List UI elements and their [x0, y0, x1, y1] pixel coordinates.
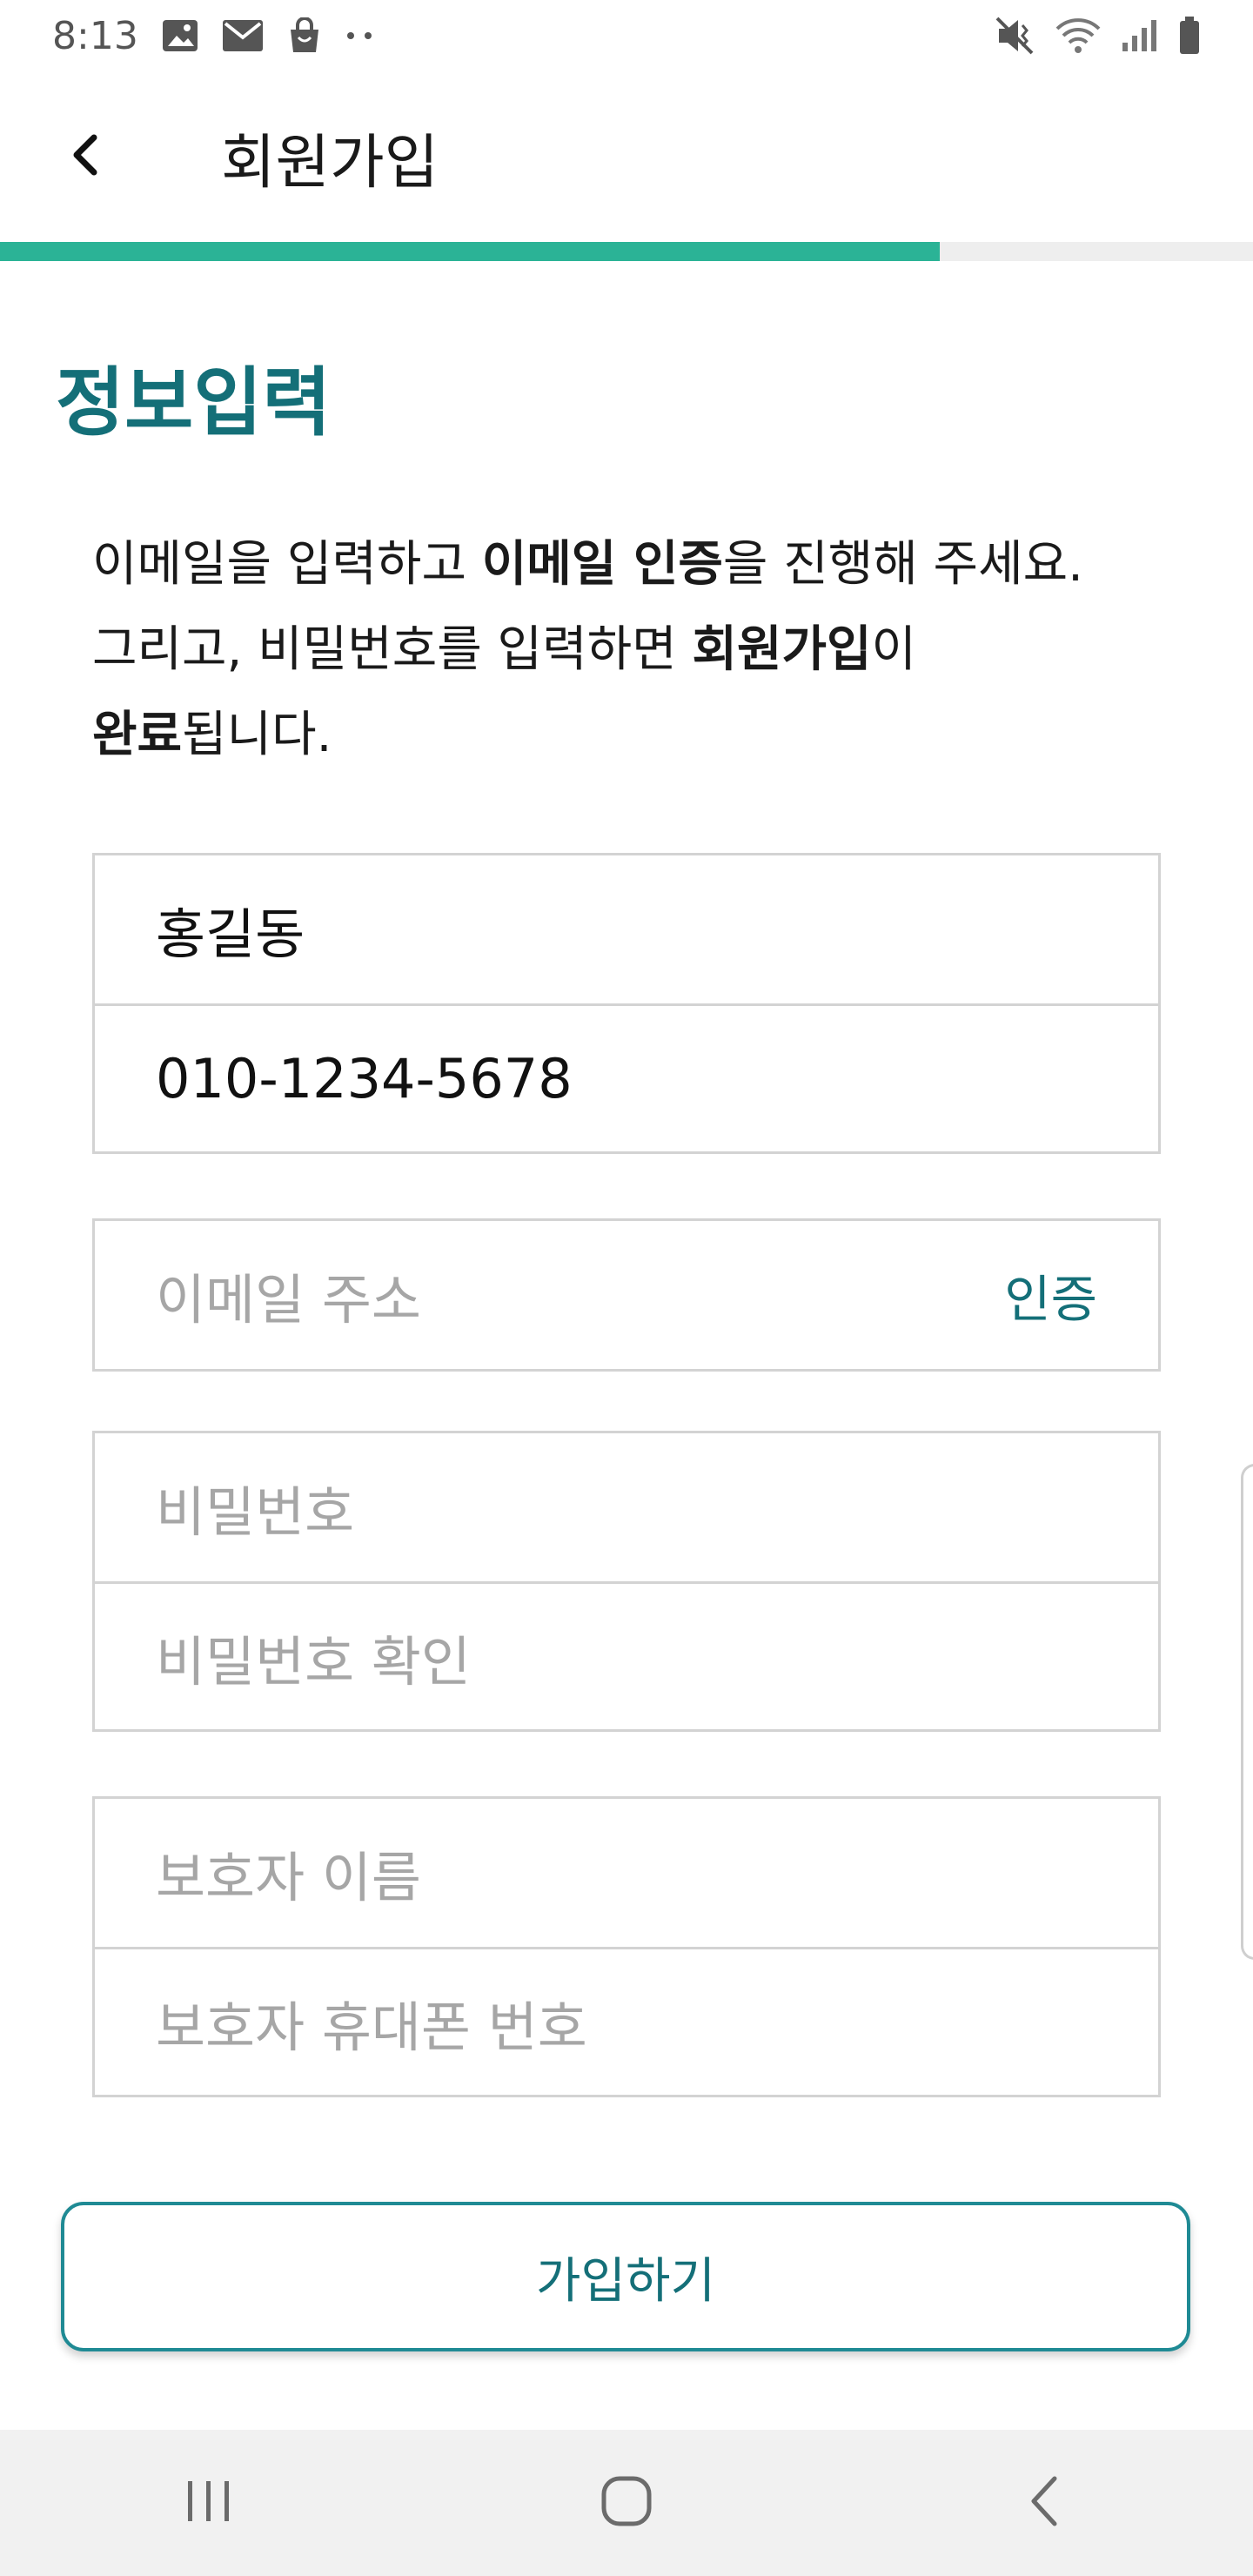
app-bar: 회원가입	[0, 71, 1253, 242]
mute-icon	[995, 17, 1035, 55]
recent-apps-icon	[183, 2478, 235, 2528]
guardian-phone-field[interactable]: 보호자 휴대폰 번호	[95, 1947, 1158, 2095]
user-info-group: 홍길동 010-1234-5678	[92, 853, 1161, 1154]
intro-text: 이메일을 입력하고 이메일 인증을 진행해 주세요. 그리고, 비밀번호를 입력…	[92, 522, 1171, 778]
guardian-name-placeholder: 보호자 이름	[156, 1846, 421, 1909]
intro-part-4: 이	[871, 621, 917, 678]
progress-fill	[0, 242, 940, 261]
battery-icon	[1178, 17, 1201, 55]
section-title: 정보입력	[56, 359, 332, 446]
intro-bold-email-verify: 이메일 인증	[481, 536, 723, 593]
shopping-bag-icon	[286, 17, 323, 54]
signup-button[interactable]: 가입하기	[61, 2202, 1190, 2351]
more-dots-icon	[345, 30, 375, 41]
email-group: 이메일 주소 인증	[92, 1218, 1161, 1372]
verify-button[interactable]: 인증	[1004, 1258, 1097, 1332]
phone-value: 010-1234-5678	[156, 1047, 573, 1110]
password-field[interactable]: 비밀번호	[95, 1433, 1158, 1581]
mail-icon	[222, 19, 264, 52]
back-icon	[1027, 2473, 1062, 2532]
name-field[interactable]: 홍길동	[95, 855, 1158, 1003]
status-right	[995, 17, 1201, 55]
status-bar: 8:13	[0, 0, 1253, 71]
intro-bold-signup: 회원가입	[692, 621, 872, 678]
nav-back-button[interactable]	[975, 2451, 1114, 2555]
password-confirm-placeholder: 비밀번호 확인	[156, 1629, 471, 1694]
recent-apps-button[interactable]	[139, 2451, 278, 2555]
home-button[interactable]	[557, 2451, 696, 2555]
status-time: 8:13	[52, 13, 138, 58]
chevron-left-icon	[68, 132, 103, 181]
email-field[interactable]: 이메일 주소 인증	[95, 1221, 1158, 1369]
wifi-icon	[1055, 17, 1102, 55]
password-placeholder: 비밀번호	[156, 1480, 355, 1544]
password-confirm-field[interactable]: 비밀번호 확인	[95, 1581, 1158, 1729]
intro-part-2: 을 진행해 주세요.	[722, 536, 1083, 593]
progress-bar	[0, 242, 1253, 261]
email-placeholder: 이메일 주소	[156, 1268, 421, 1332]
guardian-group: 보호자 이름 보호자 휴대폰 번호	[92, 1796, 1161, 2097]
intro-part-5: 됩니다.	[182, 707, 332, 763]
status-left: 8:13	[52, 14, 375, 58]
intro-part-1: 이메일을 입력하고	[92, 536, 482, 593]
navigation-bar	[0, 2430, 1253, 2576]
back-button[interactable]	[42, 113, 129, 200]
guardian-phone-placeholder: 보호자 휴대폰 번호	[156, 1995, 587, 2059]
page-title: 회원가입	[221, 128, 439, 198]
intro-bold-complete: 완료	[92, 707, 183, 763]
edge-panel-handle[interactable]	[1241, 1464, 1253, 1960]
intro-part-3: 그리고, 비밀번호를 입력하면	[92, 621, 693, 678]
phone-field[interactable]: 010-1234-5678	[95, 1003, 1158, 1151]
image-icon	[161, 18, 199, 53]
signal-icon	[1121, 18, 1159, 53]
name-value: 홍길동	[156, 902, 305, 966]
home-icon	[599, 2473, 654, 2532]
password-group: 비밀번호 비밀번호 확인	[92, 1431, 1161, 1732]
guardian-name-field[interactable]: 보호자 이름	[95, 1799, 1158, 1947]
